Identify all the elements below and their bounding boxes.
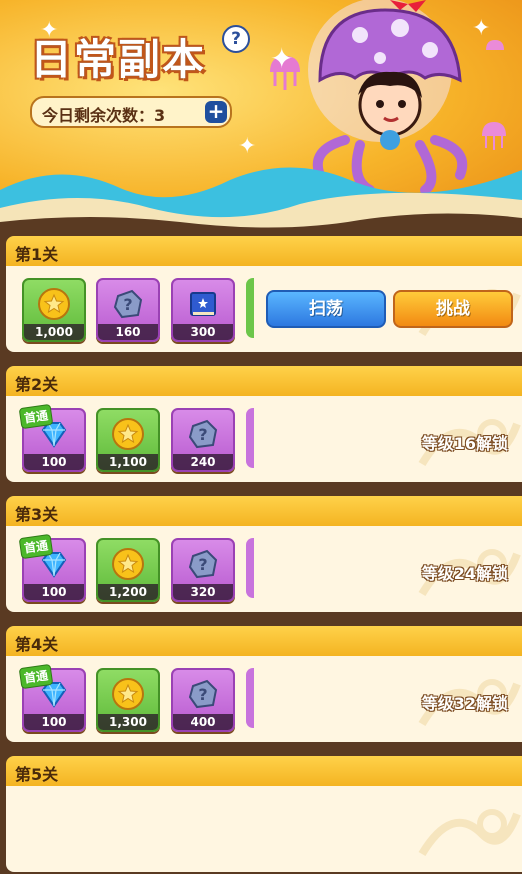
reward-item[interactable]: ? 320: [171, 538, 235, 602]
first-clear-badge: 首通: [18, 663, 54, 690]
svg-text:?: ?: [198, 555, 207, 574]
reward-amount: 400: [173, 714, 233, 730]
stage-header: 第2关: [6, 366, 522, 398]
reward-item-partial: [246, 668, 254, 728]
stage-body: 首通 100 1,100? 240 等级16解锁: [6, 396, 522, 482]
help-icon[interactable]: ?: [222, 25, 250, 53]
reward-amount: 1,300: [98, 714, 158, 730]
stage-label: 第1关: [15, 245, 59, 264]
reward-item[interactable]: 1,100: [96, 408, 160, 472]
reward-amount: 320: [173, 584, 233, 600]
reward-item[interactable]: ? 160: [96, 278, 160, 342]
reward-item[interactable]: 1,300: [96, 668, 160, 732]
stage-panel: 第5关: [6, 756, 522, 874]
header-banner: ✦ ✦ ✦ ✦ 日常副本 ? 今日剩余次数：3 +: [0, 0, 522, 228]
book-icon: [190, 292, 216, 316]
swirl-decoration: [418, 809, 521, 857]
stage-label: 第3关: [15, 505, 59, 524]
stage-label: 第4关: [15, 635, 59, 654]
add-attempts-button[interactable]: +: [205, 101, 227, 123]
reward-amount: 1,200: [98, 584, 158, 600]
reward-item[interactable]: 首通 100: [18, 663, 86, 732]
stage-label: 第2关: [15, 375, 59, 394]
svg-text:?: ?: [123, 295, 132, 314]
sparkle-icon: ✦: [270, 42, 294, 75]
stage-header: 第3关: [6, 496, 522, 528]
wave-decoration: [0, 167, 522, 228]
reward-item[interactable]: 首通 100: [18, 403, 86, 472]
reward-item-partial: [246, 278, 254, 338]
stage-header: 第4关: [6, 626, 522, 658]
challenge-button[interactable]: 挑战: [393, 290, 513, 328]
reward-amount: 100: [24, 714, 84, 730]
reward-amount: 100: [24, 454, 84, 470]
first-clear-badge: 首通: [18, 533, 54, 560]
reward-item[interactable]: ? 240: [171, 408, 235, 472]
stage-panel: 第3关 首通 100 1,200? 320 等级24解锁: [6, 496, 522, 614]
rune-stone-icon: ?: [188, 679, 218, 709]
reward-amount: 300: [173, 324, 233, 340]
rune-stone-icon: ?: [113, 289, 143, 319]
stage-panel: 第4关 首通 100 1,300? 400 等级32解锁: [6, 626, 522, 744]
stage-body: 首通 100 1,300? 400 等级32解锁: [6, 656, 522, 742]
gold-coin-icon: [112, 418, 144, 450]
stage-body: 1,000? 160 300 扫荡 挑战: [6, 266, 522, 352]
rune-stone-icon: ?: [188, 549, 218, 579]
unlock-level-label: 等级16解锁: [421, 434, 508, 453]
stage-panel: 第1关 1,000? 160 300 扫荡 挑战: [6, 236, 522, 354]
reward-amount: 100: [24, 584, 84, 600]
unlock-level-label: 等级32解锁: [421, 694, 508, 713]
reward-item[interactable]: 1,200: [96, 538, 160, 602]
reward-amount: 1,000: [24, 324, 84, 340]
gold-coin-icon: [112, 548, 144, 580]
remaining-attempts-bar: 今日剩余次数：3 +: [30, 96, 232, 128]
svg-text:?: ?: [198, 685, 207, 704]
stage-panel: 第2关 首通 100 1,100? 240 等级16解锁: [6, 366, 522, 484]
reward-item[interactable]: 首通 100: [18, 533, 86, 602]
stage-body: 首通 100 1,200? 320 等级24解锁: [6, 526, 522, 612]
gold-coin-icon: [38, 288, 70, 320]
page-title: 日常副本: [30, 35, 207, 84]
reward-amount: 160: [98, 324, 158, 340]
reward-item[interactable]: 300: [171, 278, 235, 342]
first-clear-badge: 首通: [18, 403, 54, 430]
svg-text:?: ?: [198, 425, 207, 444]
reward-item[interactable]: 1,000: [22, 278, 86, 342]
remaining-attempts-label: 今日剩余次数：3: [42, 106, 166, 125]
reward-amount: 1,100: [98, 454, 158, 470]
unlock-level-label: 等级24解锁: [421, 564, 508, 583]
reward-item-partial: [246, 408, 254, 468]
sweep-button[interactable]: 扫荡: [266, 290, 386, 328]
rune-stone-icon: ?: [188, 419, 218, 449]
stage-header: 第1关: [6, 236, 522, 268]
gold-coin-icon: [112, 678, 144, 710]
stage-header: 第5关: [6, 756, 522, 788]
stage-label: 第5关: [15, 765, 59, 784]
stage-body: [6, 786, 522, 872]
reward-item-partial: [246, 538, 254, 598]
reward-item[interactable]: ? 400: [171, 668, 235, 732]
reward-amount: 240: [173, 454, 233, 470]
sparkle-icon: ✦: [472, 16, 491, 41]
